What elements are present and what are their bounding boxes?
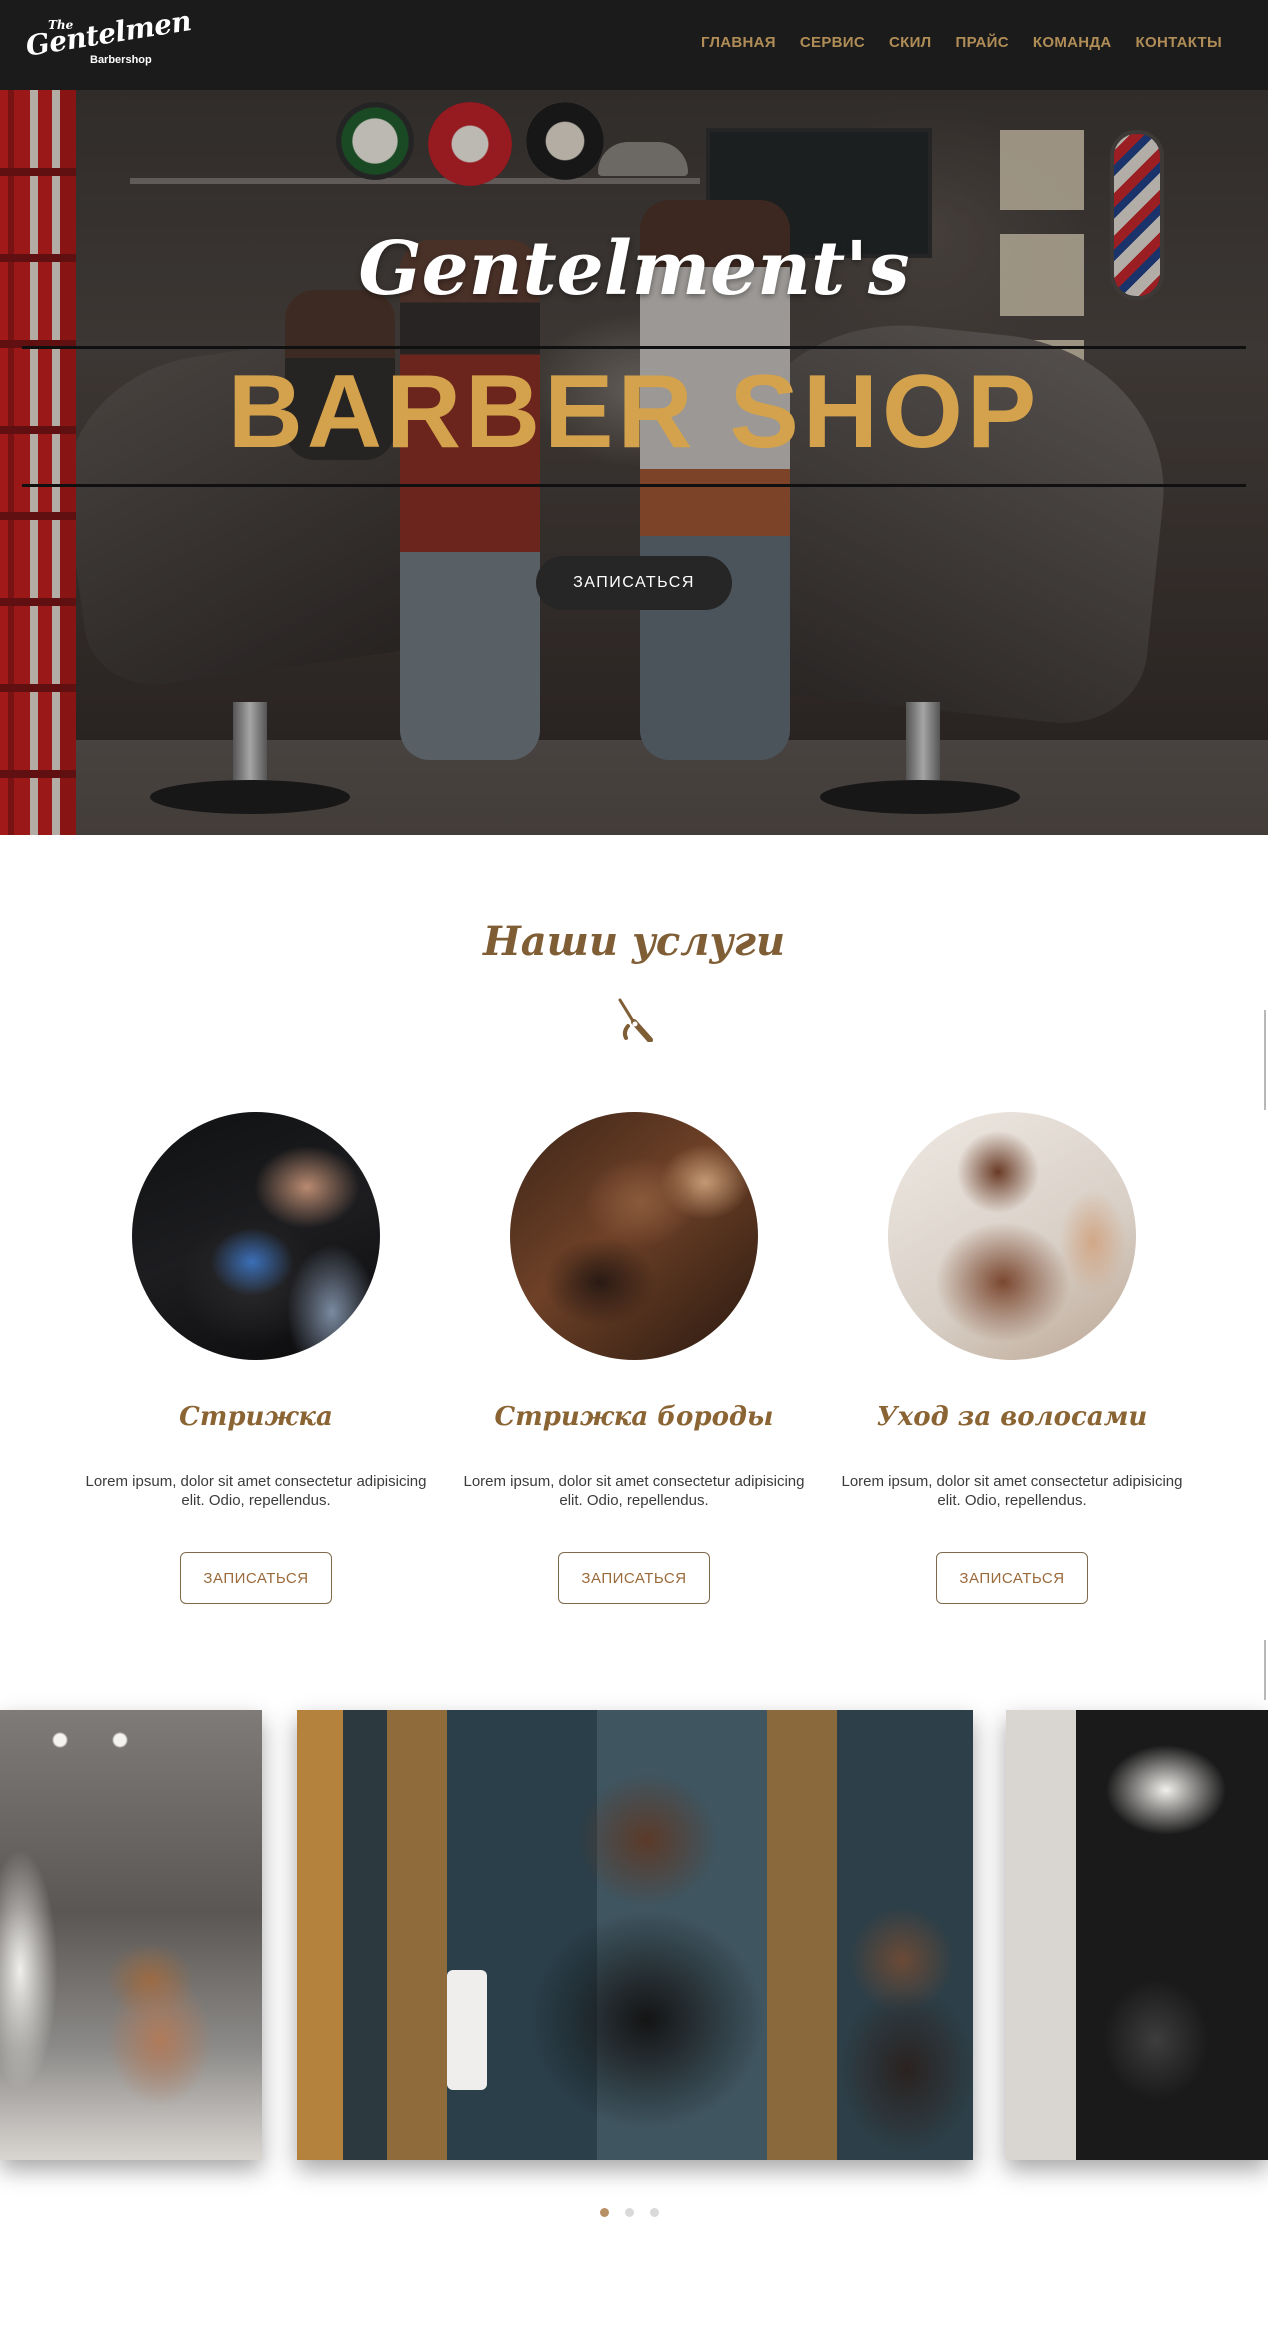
razor-icon [618, 998, 653, 1042]
gallery-slide-next[interactable] [1006, 1710, 1268, 2160]
nav-link-service[interactable]: СЕРВИС [800, 34, 865, 51]
hero-divider-top [22, 346, 1246, 349]
hero-section: Gentelment's BARBER SHOP ЗАПИСАТЬСЯ [0, 90, 1268, 835]
service-card-haircut: Стрижка Lorem ipsum, dolor sit amet cons… [76, 1112, 436, 1612]
logo-sub-text: Barbershop [90, 54, 152, 66]
gallery-slide-current[interactable] [297, 1710, 973, 2160]
site-logo[interactable]: The Gentelmen Barbershop [23, 4, 193, 74]
hero-book-button[interactable]: ЗАПИСАТЬСЯ [536, 556, 732, 610]
scroll-indicator [1264, 1640, 1266, 1700]
gallery-slide-previous[interactable] [0, 1710, 262, 2160]
service-book-button[interactable]: ЗАПИСАТЬСЯ [936, 1552, 1088, 1604]
service-photo-beard [510, 1112, 758, 1360]
services-title: Наши услуги [482, 918, 786, 965]
nav-link-team[interactable]: КОМАНДА [1033, 34, 1112, 51]
hero-divider-bottom [22, 484, 1246, 487]
service-card-beard: Стрижка бороды Lorem ipsum, dolor sit am… [454, 1112, 814, 1612]
service-name: Стрижка [179, 1402, 333, 1432]
hero-script-title: Gentelment's [358, 226, 910, 312]
service-description: Lorem ipsum, dolor sit amet consectetur … [463, 1473, 805, 1509]
slider-dot-3[interactable] [650, 2208, 659, 2217]
top-navbar: The Gentelmen Barbershop ГЛАВНАЯ СЕРВИС … [0, 0, 1268, 90]
slider-dot-1[interactable] [600, 2208, 609, 2217]
nav-link-contacts[interactable]: КОНТАКТЫ [1136, 34, 1222, 51]
service-photo-haircut [132, 1112, 380, 1360]
service-description: Lorem ipsum, dolor sit amet consectetur … [85, 1473, 427, 1509]
slider-dot-2[interactable] [625, 2208, 634, 2217]
nav-link-price[interactable]: ПРАЙС [955, 34, 1008, 51]
slider-pagination [600, 2208, 659, 2217]
gallery-slider [0, 1710, 1268, 2180]
main-menu: ГЛАВНАЯ СЕРВИС СКИЛ ПРАЙС КОМАНДА КОНТАК… [701, 34, 1222, 51]
service-name: Стрижка бороды [494, 1402, 774, 1432]
nav-link-home[interactable]: ГЛАВНАЯ [701, 34, 776, 51]
service-photo-haircare [888, 1112, 1136, 1360]
nav-link-skills[interactable]: СКИЛ [889, 34, 932, 51]
service-book-button[interactable]: ЗАПИСАТЬСЯ [180, 1552, 332, 1604]
service-description: Lorem ipsum, dolor sit amet consectetur … [841, 1473, 1183, 1509]
scroll-indicator [1264, 1010, 1266, 1110]
hero-main-title: BARBER SHOP [227, 354, 1041, 470]
service-book-button[interactable]: ЗАПИСАТЬСЯ [558, 1552, 710, 1604]
service-name: Уход за волосами [876, 1402, 1148, 1432]
service-card-haircare: Уход за волосами Lorem ipsum, dolor sit … [832, 1112, 1192, 1612]
